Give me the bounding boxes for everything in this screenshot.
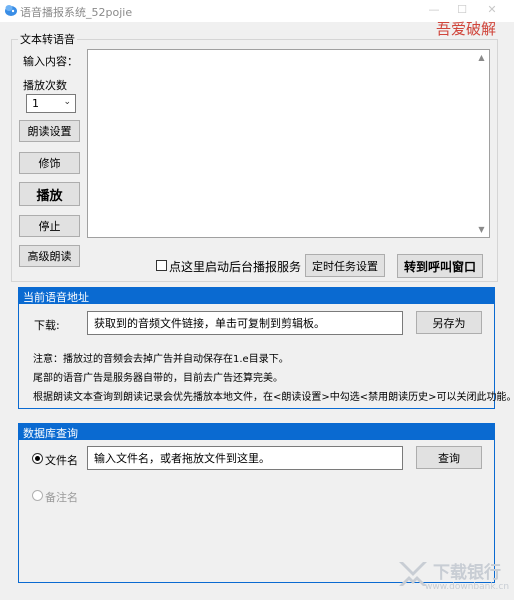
minimize-icon[interactable]: — <box>427 3 441 17</box>
modify-button[interactable]: 修饰 <box>19 152 80 174</box>
db-query-header: 数据库查询 <box>18 423 495 440</box>
input-content-label: 输入内容： <box>23 55 78 68</box>
maximize-icon[interactable]: ☐ <box>455 3 469 17</box>
tts-group-label: 文本转语音 <box>18 31 77 47</box>
background-service-label[interactable]: 点这里启动后台播报服务 <box>169 258 301 275</box>
save-as-button[interactable]: 另存为 <box>416 311 482 334</box>
note-name-radio[interactable] <box>32 490 43 501</box>
play-count-select[interactable]: 1 ⌄ <box>26 94 76 113</box>
note-line-3: 根据朗读文本查询到朗读记录会优先播放本地文件，在<朗读设置>中勾选<禁用朗读历史… <box>33 392 514 403</box>
watermark-url: www.downbank.cn <box>425 582 510 592</box>
watermark-text: 下载银行 <box>433 563 501 583</box>
filename-radio-label[interactable]: 文件名 <box>45 452 78 468</box>
app-icon <box>5 5 17 16</box>
query-button[interactable]: 查询 <box>416 446 482 469</box>
advanced-read-button[interactable]: 高级朗读 <box>19 245 80 267</box>
play-count-label: 播放次数 <box>23 79 67 92</box>
note-line-2: 尾部的语音广告是服务器自带的，目前去广告还算完美。 <box>33 373 283 384</box>
voice-url-header: 当前语音地址 <box>18 287 495 304</box>
audio-url-field[interactable]: 获取到的音频文件链接，单击可复制到剪辑板。 <box>87 311 403 335</box>
scroll-up-icon[interactable]: ▲ <box>475 51 488 64</box>
window-title: 语音播报系统_52pojie <box>20 6 133 19</box>
brand-watermark: 吾爱破解 <box>436 20 497 38</box>
stop-button[interactable]: 停止 <box>19 215 80 237</box>
note-line-1: 注意：播放过的音频会去掉广告并自动保存在1.e目录下。 <box>33 354 289 365</box>
background-service-checkbox[interactable] <box>156 260 167 271</box>
filename-search-field[interactable]: 输入文件名，或者拖放文件到这里。 <box>87 446 403 470</box>
goto-call-window-button[interactable]: 转到呼叫窗口 <box>397 254 483 278</box>
scroll-down-icon[interactable]: ▼ <box>475 223 488 236</box>
note-name-radio-label[interactable]: 备注名 <box>45 489 78 505</box>
timer-settings-button[interactable]: 定时任务设置 <box>305 254 385 277</box>
read-settings-button[interactable]: 朗读设置 <box>19 120 80 142</box>
play-count-value: 1 <box>32 97 39 110</box>
filename-radio[interactable] <box>32 453 43 464</box>
close-icon[interactable]: ✕ <box>485 3 499 17</box>
text-input-area[interactable]: ▲ ▼ <box>87 49 490 238</box>
download-label: 下载: <box>34 319 60 332</box>
chevron-down-icon: ⌄ <box>63 97 71 107</box>
play-button[interactable]: 播放 <box>19 182 80 206</box>
